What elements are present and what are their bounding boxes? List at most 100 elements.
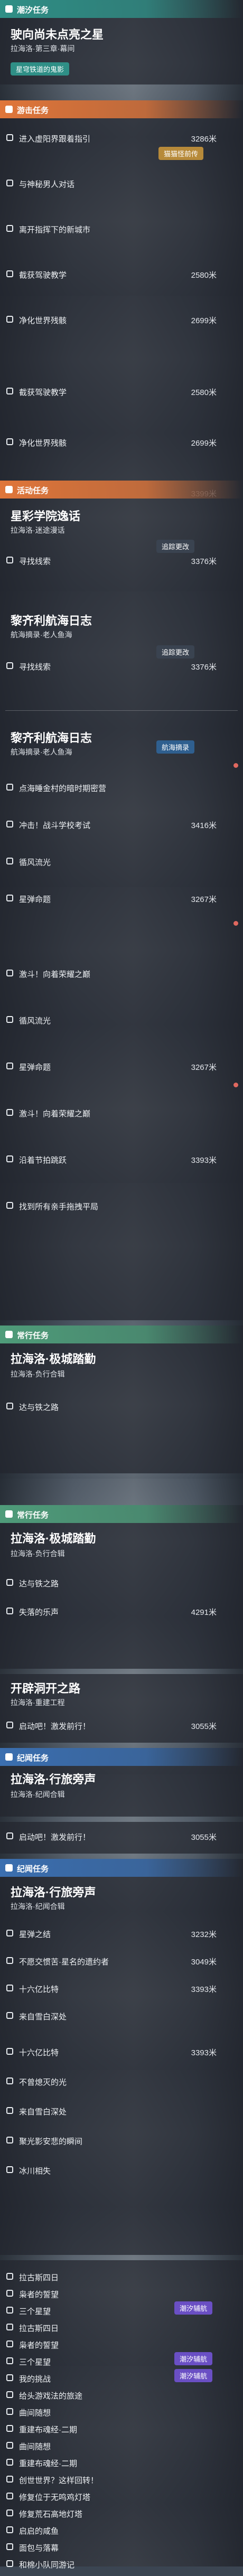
checkbox-icon[interactable] [6, 2408, 13, 2415]
checkbox-icon[interactable] [6, 858, 13, 864]
checkbox-icon[interactable] [6, 2526, 13, 2533]
quest-section-header[interactable]: 活动任务 [0, 481, 243, 499]
quest-step-row[interactable]: 离开指挥下的新城市 [5, 218, 217, 241]
checkbox-icon[interactable] [6, 2509, 13, 2516]
quest-step-row[interactable]: 达与铁之路 [5, 1572, 217, 1595]
quest-step-row[interactable]: 与神秘男人对话 [5, 172, 217, 195]
checkbox-icon[interactable] [6, 2324, 13, 2330]
checkbox-icon[interactable] [6, 2391, 13, 2398]
checkbox-icon[interactable] [6, 316, 13, 323]
quest-step-row[interactable]: 十六亿比特 3393米 [5, 2041, 217, 2064]
quest-step-row[interactable]: 截获驾驶教学 2580米 [5, 263, 217, 286]
checkbox-icon[interactable] [6, 134, 13, 141]
checkbox-icon[interactable] [6, 1930, 13, 1936]
checkbox-icon[interactable] [6, 1957, 13, 1964]
tide-badge[interactable]: 潮汐辅航 [174, 2301, 213, 2315]
quest-step-row[interactable]: 不愿交惯苦·星名的遗约者 3049米 [5, 1950, 217, 1973]
checkbox-icon[interactable] [6, 2048, 13, 2055]
checkbox-icon[interactable] [6, 2290, 13, 2297]
checkbox-icon[interactable] [6, 821, 13, 828]
quest-title[interactable]: 黎齐利航海日志 [11, 612, 92, 628]
quest-title[interactable]: 驶向尚未点亮之星 [11, 25, 104, 42]
quest-step-row[interactable]: 星弹命题 3267米 [5, 1055, 217, 1078]
quest-section-header[interactable]: 常行任务 [0, 1325, 243, 1343]
checkbox-icon[interactable] [6, 1155, 13, 1162]
checkbox-icon[interactable] [6, 2307, 13, 2314]
quest-title[interactable]: 拉海洛·行旅旁声 [11, 1883, 96, 1900]
quest-step-row[interactable]: 和棉小队同游记 [5, 2553, 217, 2576]
checkbox-icon[interactable] [6, 2357, 13, 2364]
checkbox-icon[interactable] [6, 2425, 13, 2432]
quest-step-row[interactable]: 不曾熄灭的光 [5, 2070, 217, 2093]
quest-section-header[interactable]: 潮汐任务 [0, 0, 243, 18]
update-badge[interactable]: 星穹铁道的鬼影 [11, 62, 70, 76]
quest-step-row[interactable]: 循风流光 [5, 850, 217, 873]
checkbox-icon[interactable] [6, 225, 13, 232]
checkbox-icon[interactable] [6, 1016, 13, 1023]
tide-badge[interactable]: 潮汐辅航 [174, 2352, 213, 2365]
checkbox-icon[interactable] [6, 1063, 13, 1069]
checkbox-icon[interactable] [6, 1832, 13, 1839]
quest-title[interactable]: 拉海洛·行旅旁声 [11, 1770, 96, 1787]
checkbox-icon[interactable] [6, 2459, 13, 2466]
checkbox-icon[interactable] [6, 2374, 13, 2381]
quest-step-row[interactable]: 点海睡金村的暗时期密营 [5, 776, 217, 800]
checkbox-icon[interactable] [6, 970, 13, 976]
checkbox-icon[interactable] [6, 2077, 13, 2084]
checkbox-icon[interactable] [6, 1109, 13, 1116]
checkbox-icon[interactable] [6, 2493, 13, 2499]
quest-title[interactable]: 黎齐利航海日志 [11, 729, 92, 746]
quest-section-header[interactable]: 游击任务 [0, 100, 243, 118]
checkbox-icon[interactable] [6, 438, 13, 445]
quest-section-header[interactable]: 常行任务 [0, 1505, 243, 1523]
quest-step-row[interactable]: 净化世界残骸 2699米 [5, 308, 217, 332]
checkbox-icon[interactable] [6, 1403, 13, 1409]
quest-step-row[interactable]: 循风流光 [5, 1009, 217, 1032]
quest-section-header[interactable]: 纪闻任务 [0, 1859, 243, 1877]
quest-step-row[interactable]: 进入虚阳界跟着指引 3286米 [5, 127, 217, 150]
checkbox-icon[interactable] [6, 2340, 13, 2347]
checkbox-icon[interactable] [6, 388, 13, 394]
quest-step-row[interactable]: 来自雪白深处 [5, 2100, 217, 2123]
quest-step-row[interactable]: 激斗！向着荣耀之巅 [5, 962, 217, 985]
checkbox-icon[interactable] [6, 2166, 13, 2173]
quest-title[interactable]: 拉海洛·极城踏勤 [11, 1529, 96, 1546]
checkbox-icon[interactable] [6, 662, 13, 669]
checkbox-icon[interactable] [6, 180, 13, 186]
checkbox-icon[interactable] [6, 2012, 13, 2019]
quest-step-row[interactable]: 沿着节拍跳跃 3393米 [5, 1148, 217, 1171]
checkbox-icon[interactable] [6, 2137, 13, 2143]
checkbox-icon[interactable] [6, 2442, 13, 2449]
track-badge[interactable]: 追踪更改 [156, 645, 195, 659]
quest-step-row[interactable]: 达与铁之路 [5, 1395, 217, 1418]
checkbox-icon[interactable] [6, 2476, 13, 2483]
quest-step-row[interactable]: 星弹之结 3232米 [5, 1922, 217, 1945]
tide-badge[interactable]: 潮汐辅航 [174, 2369, 213, 2382]
track-badge[interactable]: 追踪更改 [156, 540, 195, 553]
quest-step-row[interactable]: 启动吧！激发前行！ 3055米 [5, 1714, 217, 1737]
quest-step-row[interactable]: 聚光影安悲的瞬间 [5, 2129, 217, 2152]
quest-step-row[interactable]: 启动吧！激发前行！ 3055米 [5, 1825, 217, 1848]
checkbox-icon[interactable] [6, 1985, 13, 1991]
quest-step-row[interactable]: 激斗！向着荣耀之巅 [5, 1102, 217, 1125]
checkbox-icon[interactable] [6, 1607, 13, 1614]
checkbox-icon[interactable] [6, 557, 13, 563]
quest-step-row[interactable]: 十六亿比特 3393米 [5, 1977, 217, 2000]
checkbox-icon[interactable] [6, 2107, 13, 2114]
checkbox-icon[interactable] [6, 270, 13, 277]
log-badge[interactable]: 航海摘录 [156, 740, 195, 754]
quest-step-row[interactable]: 截获驾驶教学 2580米 [5, 380, 217, 403]
checkbox-icon[interactable] [6, 1579, 13, 1586]
quest-step-row[interactable]: 净化世界残骸 2699米 [5, 431, 217, 454]
quest-step-row[interactable]: 星弹命题 3267米 [5, 887, 217, 910]
quest-title[interactable]: 开辟洞开之路 [11, 1679, 80, 1696]
quest-step-row[interactable]: 找到所有亲手拖拽平局 [5, 1195, 217, 1218]
checkbox-icon[interactable] [6, 895, 13, 901]
checkbox-icon[interactable] [6, 2560, 13, 2567]
quest-step-row[interactable]: 冲击！战斗学校考试 3416米 [5, 813, 217, 836]
checkbox-icon[interactable] [6, 2543, 13, 2550]
quest-step-row[interactable]: 来自雪白深处 [5, 2005, 217, 2028]
checkbox-icon[interactable] [6, 1722, 13, 1728]
quest-step-row[interactable]: 失落的乐声 4291米 [5, 1600, 217, 1623]
quest-step-row[interactable]: 冰川相失 [5, 2159, 217, 2182]
